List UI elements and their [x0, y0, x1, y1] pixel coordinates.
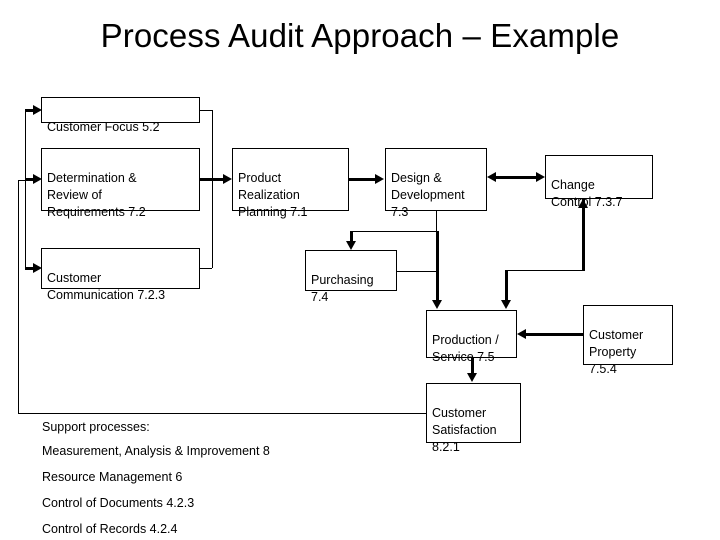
arrowhead-into-design-development — [375, 174, 384, 184]
support-process-item-3: Control of Documents 4.2.3 — [42, 496, 195, 510]
node-label: Determination & Review of Requirements 7… — [47, 171, 146, 219]
customer-focus-out-line — [200, 110, 212, 111]
feedback-line-riser — [18, 180, 19, 414]
arrowhead-into-purchasing — [346, 241, 356, 250]
node-customer-property[interactable]: Customer Property 7.5.4 — [583, 305, 673, 376]
customer-property-out-line — [526, 333, 583, 336]
change-control-elbow-left — [505, 270, 584, 271]
node-customer-focus[interactable]: Customer Focus 5.2 — [41, 97, 200, 134]
node-product-realization-planning[interactable]: Product Realization Planning 7.1 — [232, 148, 349, 219]
product-realization-to-design-line — [349, 178, 376, 181]
support-process-item-1: Measurement, Analysis & Improvement 8 — [42, 444, 270, 458]
page-title: Process Audit Approach – Example — [100, 17, 620, 54]
feedback-branch-customer-communication — [25, 267, 33, 270]
node-determination-review[interactable]: Determination & Review of Requirements 7… — [41, 148, 200, 219]
arrowhead-into-design-development-from-change — [487, 172, 496, 182]
customer-focus-out-riser — [212, 110, 213, 180]
customer-communication-out-line — [200, 268, 212, 269]
node-design-development[interactable]: Design & Development 7.3 — [385, 148, 487, 219]
arrowhead-into-product-realization — [223, 174, 232, 184]
node-production-service[interactable]: Production / Service 7.5 — [426, 310, 517, 364]
node-label: Purchasing 7.4 — [311, 273, 374, 304]
node-customer-satisfaction[interactable]: Customer Satisfaction 8.2.1 — [426, 383, 521, 454]
design-to-change-control-line — [495, 176, 537, 179]
slide-canvas: Process Audit Approach – Example Custome… — [0, 0, 720, 540]
support-process-item-4: Control of Records 4.2.4 — [42, 522, 178, 536]
node-label: Change Control 7.3.7 — [551, 178, 623, 209]
feedback-line-to-spine — [18, 180, 25, 181]
support-process-item-2: Resource Management 6 — [42, 470, 183, 484]
change-control-drop-to-production — [505, 270, 508, 301]
feedback-branch-determination — [25, 178, 33, 181]
node-label: Customer Property 7.5.4 — [589, 328, 644, 376]
arrowhead-into-production-from-change-control — [501, 300, 511, 309]
node-label: Product Realization Planning 7.1 — [238, 171, 308, 219]
node-label: Customer Satisfaction 8.2.1 — [432, 406, 497, 454]
design-to-production-drop — [436, 231, 439, 301]
design-development-split-bar — [350, 231, 436, 232]
arrowhead-into-production-from-customer-property — [517, 329, 526, 339]
feedback-distribution-spine — [25, 110, 26, 269]
arrowhead-into-customer-satisfaction — [467, 373, 477, 382]
node-label: Production / Service 7.5 — [432, 333, 499, 364]
node-purchasing[interactable]: Purchasing 7.4 — [305, 250, 397, 304]
arrowhead-into-production-from-design — [432, 300, 442, 309]
customer-communication-out-riser — [212, 180, 213, 268]
purchasing-out-line — [397, 271, 436, 272]
node-label: Customer Focus 5.2 — [47, 120, 160, 134]
node-label: Design & Development 7.3 — [391, 171, 465, 219]
design-development-out-stem — [436, 211, 437, 231]
node-label: Customer Communication 7.2.3 — [47, 271, 166, 302]
merge-into-product-realization — [200, 178, 224, 181]
node-change-control[interactable]: Change Control 7.3.7 — [545, 155, 653, 209]
node-customer-communication[interactable]: Customer Communication 7.2.3 — [41, 248, 200, 302]
feedback-line-bottom — [18, 413, 426, 414]
arrowhead-into-change-control — [536, 172, 545, 182]
feedback-branch-customer-focus — [25, 109, 33, 112]
support-processes-heading: Support processes: — [42, 420, 150, 434]
